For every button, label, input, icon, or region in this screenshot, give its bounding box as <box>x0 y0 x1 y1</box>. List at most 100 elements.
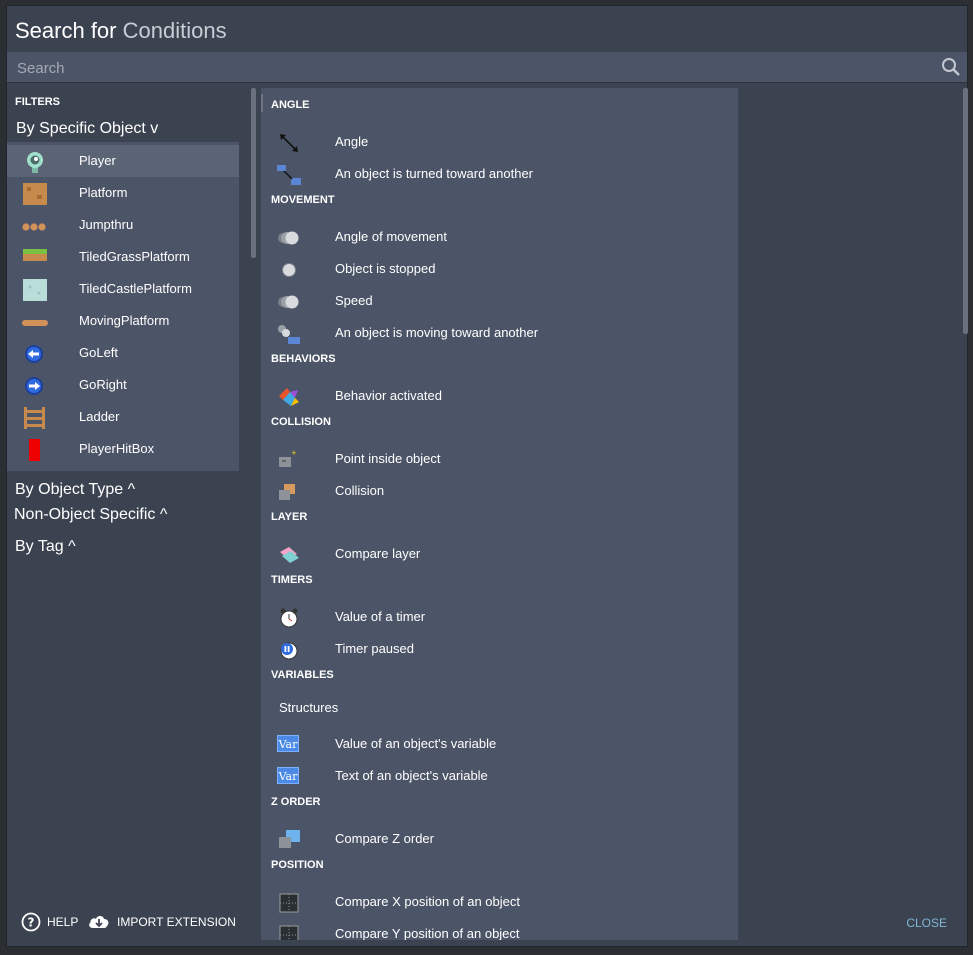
header-divider <box>7 82 967 83</box>
moving-toward-icon <box>278 325 300 344</box>
jumpthru-icon <box>22 223 46 231</box>
object-label: TiledGrassPlatform <box>79 249 190 264</box>
search-conditions-dialog: Search for Conditions FILTERS By Specifi… <box>6 5 968 947</box>
condition-item[interactable]: Speed <box>261 285 738 317</box>
go-left-icon <box>25 345 43 363</box>
object-item-movingplatform[interactable]: MovingPlatform <box>7 305 239 337</box>
position-x-icon <box>279 893 299 913</box>
condition-item[interactable]: Timer paused <box>261 633 738 665</box>
object-stopped-icon <box>282 263 296 277</box>
variable-icon: Var <box>277 767 303 789</box>
condition-item[interactable]: Compare Y position of an object <box>261 918 738 940</box>
go-right-icon <box>25 377 43 395</box>
object-label: PlayerHitBox <box>79 441 155 456</box>
condition-item[interactable]: Compare Z order <box>261 823 738 855</box>
condition-item[interactable]: Var Text of an object's variable <box>261 760 738 792</box>
condition-label: An object is moving toward another <box>335 325 539 340</box>
import-extension-label: IMPORT EXTENSION <box>117 915 236 929</box>
object-item-playerhitbox[interactable]: PlayerHitBox <box>7 433 239 465</box>
condition-item[interactable]: Angle of movement <box>261 221 738 253</box>
object-label: Player <box>79 153 116 168</box>
condition-item[interactable]: + Point inside object <box>261 443 738 475</box>
condition-item[interactable]: Var Value of an object's variable <box>261 728 738 760</box>
close-button[interactable]: CLOSE <box>906 916 947 930</box>
object-item-ladder[interactable]: Ladder <box>7 401 239 433</box>
object-item-jumpthru[interactable]: Jumpthru <box>7 209 239 241</box>
object-item-tiledcastleplatform[interactable]: TiledCastlePlatform <box>7 273 239 305</box>
structures-folder[interactable]: Structures <box>279 700 338 715</box>
condition-label: Timer paused <box>335 641 414 656</box>
variable-icon-text: Var <box>277 767 299 784</box>
condition-label: Behavior activated <box>335 388 442 403</box>
condition-item[interactable]: An object is moving toward another <box>261 317 738 349</box>
object-label: Ladder <box>79 409 120 424</box>
layer-icon <box>280 547 299 563</box>
dialog-title: Search for Conditions <box>15 18 227 44</box>
search-icon[interactable] <box>941 57 961 77</box>
non-object-specific-toggle[interactable]: Non-Object Specific ^ <box>14 506 167 524</box>
dialog-scrollbar[interactable] <box>963 88 968 334</box>
ladder-icon <box>24 407 45 429</box>
object-item-goleft[interactable]: GoLeft <box>7 337 239 369</box>
condition-label: Text of an object's variable <box>335 768 488 783</box>
by-object-type-toggle[interactable]: By Object Type ^ <box>15 481 135 499</box>
by-tag-toggle[interactable]: By Tag ^ <box>15 538 76 556</box>
condition-item[interactable]: Behavior activated <box>261 380 738 412</box>
condition-item[interactable]: Object is stopped <box>261 253 738 285</box>
object-item-player[interactable]: Player <box>7 145 239 177</box>
position-y-icon <box>279 925 299 940</box>
turned-toward-icon <box>277 165 301 185</box>
object-item-platform[interactable]: Platform <box>7 177 239 209</box>
condition-label: Speed <box>335 293 373 308</box>
category-behaviors: BEHAVIORS <box>271 353 336 365</box>
title-accent: Conditions <box>122 18 227 43</box>
hitbox-icon <box>29 439 40 461</box>
category-angle: ANGLE <box>271 99 310 111</box>
import-extension-button[interactable]: IMPORT EXTENSION <box>87 912 236 932</box>
condition-item[interactable]: Compare layer <box>261 538 738 570</box>
category-position: POSITION <box>271 859 324 871</box>
category-movement: MOVEMENT <box>271 194 335 206</box>
condition-item[interactable]: Angle <box>261 126 738 158</box>
condition-label: Compare Y position of an object <box>335 926 520 940</box>
filters-heading: FILTERS <box>15 96 61 108</box>
help-button[interactable]: ? HELP <box>21 912 78 932</box>
speed-icon <box>278 295 299 309</box>
grass-tile-icon <box>23 249 47 261</box>
timer-icon <box>280 608 298 628</box>
condition-label: Compare Z order <box>335 831 434 846</box>
collision-icon <box>279 484 295 500</box>
svg-text:?: ? <box>28 916 35 930</box>
moving-platform-icon <box>22 320 48 326</box>
timer-paused-icon <box>280 642 298 660</box>
category-timers: TIMERS <box>271 574 313 586</box>
object-label: MovingPlatform <box>79 313 170 328</box>
search-bar <box>7 52 967 82</box>
condition-label: Compare layer <box>335 546 421 561</box>
condition-label: Compare X position of an object <box>335 894 520 909</box>
object-label: GoRight <box>79 377 127 392</box>
by-specific-object-toggle[interactable]: By Specific Object v <box>16 120 158 138</box>
help-label: HELP <box>47 915 79 929</box>
object-item-goright[interactable]: GoRight <box>7 369 239 401</box>
condition-item[interactable]: Value of a timer <box>261 601 738 633</box>
condition-item[interactable]: Compare X position of an object <box>261 886 738 918</box>
search-input[interactable] <box>15 56 919 80</box>
conditions-list: ANGLE Angle An object is turned toward a… <box>261 88 738 940</box>
object-label: TiledCastlePlatform <box>79 281 192 296</box>
title-prefix: Search for <box>15 18 117 43</box>
condition-label: Angle <box>335 134 369 149</box>
condition-item[interactable]: Collision <box>261 475 738 507</box>
object-label: Jumpthru <box>79 217 134 232</box>
angle-of-movement-icon <box>278 231 299 245</box>
category-layer: LAYER <box>271 511 308 523</box>
object-label: GoLeft <box>79 345 119 360</box>
player-icon <box>27 152 43 173</box>
object-item-tiledgrassplatform[interactable]: TiledGrassPlatform <box>7 241 239 273</box>
sidebar-scrollbar[interactable] <box>251 88 256 258</box>
condition-item[interactable]: An object is turned toward another <box>261 158 738 190</box>
svg-text:+: + <box>291 449 297 457</box>
category-collision: COLLISION <box>271 416 331 428</box>
object-list: Player Platform Jumpthru TiledGrassPlatf… <box>7 142 239 471</box>
category-z-order: Z ORDER <box>271 796 321 808</box>
